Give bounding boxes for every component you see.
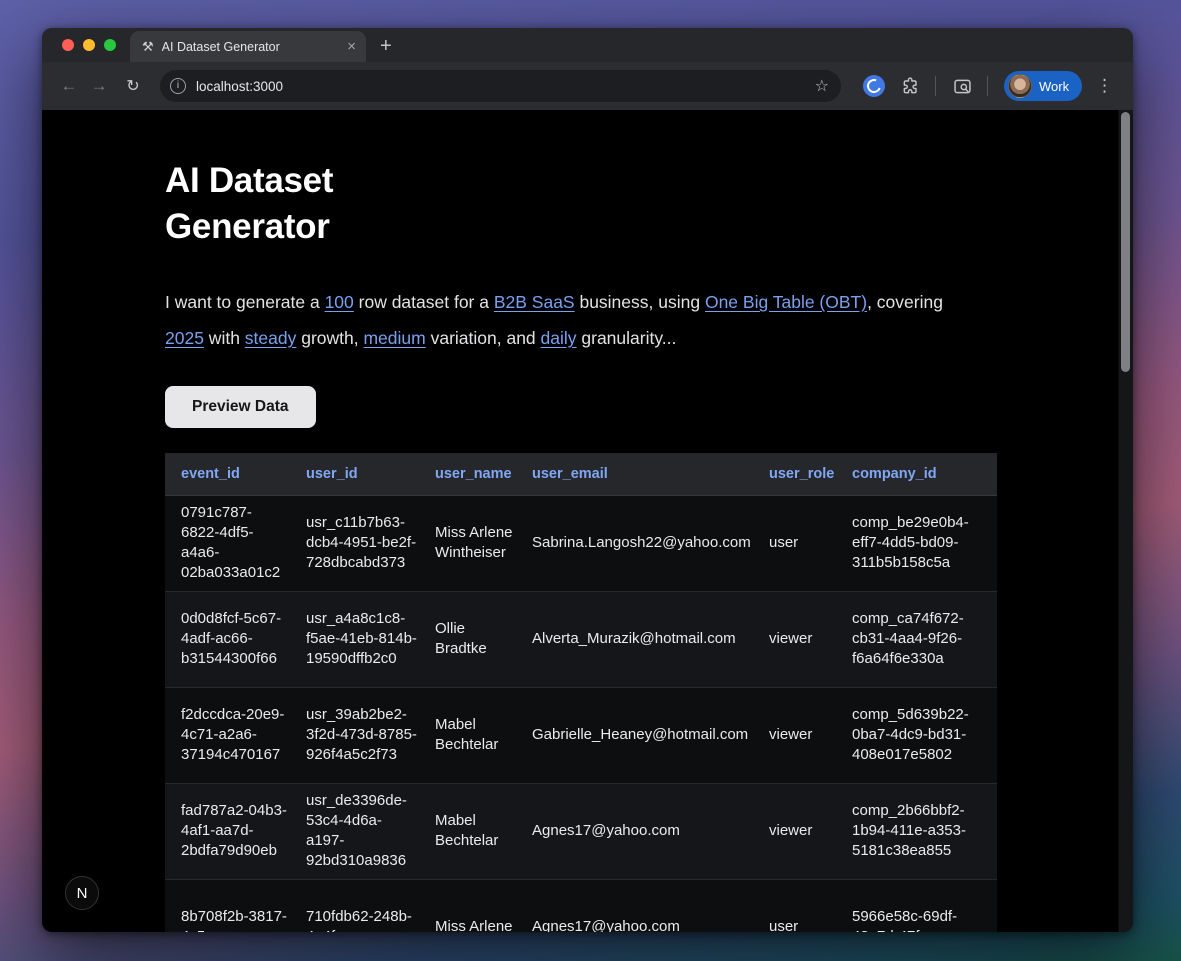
extension-badge-icon[interactable] xyxy=(863,75,885,97)
minimize-window-button[interactable] xyxy=(83,39,95,51)
browser-tab-active[interactable]: ⚒ AI Dataset Generator × xyxy=(130,31,366,62)
dataset-table: event_id user_id user_name user_email us… xyxy=(165,453,997,932)
business-type-link[interactable]: B2B SaaS xyxy=(494,292,575,312)
cell-user-email: Agnes17@yahoo.com xyxy=(516,879,753,932)
cell-user-email: Alverta_Murazik@hotmail.com xyxy=(516,591,753,687)
prompt-text: I want to generate a xyxy=(165,292,325,312)
variation-link[interactable]: medium xyxy=(363,328,425,348)
profile-avatar xyxy=(1008,74,1032,98)
profile-button[interactable]: Work xyxy=(1004,71,1082,101)
cell-company-id: comp_5d639b22-0ba7-4dc9-bd31-408e017e580… xyxy=(836,687,997,783)
cell-event-id: f2dccdca-20e9-4c71-a2a6-37194c470167 xyxy=(165,687,290,783)
cell-company-id: comp_be29e0b4-eff7-4dd5-bd09-311b5b158c5… xyxy=(836,495,997,591)
rows-link[interactable]: 100 xyxy=(325,292,354,312)
page-scrollbar[interactable] xyxy=(1118,110,1133,932)
prompt-sentence: I want to generate a 100 row dataset for… xyxy=(165,284,960,356)
schema-link[interactable]: One Big Table (OBT) xyxy=(705,292,867,312)
preview-data-button[interactable]: Preview Data xyxy=(165,386,316,428)
cell-user-name: Ollie Bradtke xyxy=(419,591,516,687)
new-tab-button[interactable]: + xyxy=(380,35,392,58)
cell-company-id: comp_ca74f672-cb31-4aa4-9f26-f6a64f6e330… xyxy=(836,591,997,687)
column-header-user-email: user_email xyxy=(516,453,753,495)
tab-favicon-tools-icon: ⚒ xyxy=(142,40,154,53)
column-header-user-id: user_id xyxy=(290,453,419,495)
cell-event-id: 0791c787-6822-4df5-a4a6-02ba033a01c2 xyxy=(165,495,290,591)
cell-user-role: user xyxy=(753,879,836,932)
table-header-row: event_id user_id user_name user_email us… xyxy=(165,453,997,495)
cell-user-id: usr_a4a8c1c8-f5ae-41eb-814b-19590dffb2c0 xyxy=(290,591,419,687)
cell-company-id: comp_2b66bbf2-1b94-411e-a353-5181c38ea85… xyxy=(836,783,997,879)
nextjs-logo-icon: N xyxy=(77,885,88,902)
table-row: 8b708f2b-3817-4c5a- 710fdb62-248b-4a4f- … xyxy=(165,879,997,932)
cell-user-name: Mabel Bechtelar xyxy=(419,783,516,879)
prompt-text: variation, and xyxy=(426,328,541,348)
cell-user-email: Sabrina.Langosh22@yahoo.com xyxy=(516,495,753,591)
cell-company-id: 5966e58c-69df-43a7-b47f xyxy=(836,879,997,932)
cell-user-email: Agnes17@yahoo.com xyxy=(516,783,753,879)
granularity-link[interactable]: daily xyxy=(541,328,577,348)
column-header-event-id: event_id xyxy=(165,453,290,495)
cell-user-id: usr_39ab2be2-3f2d-473d-8785-926f4a5c2f73 xyxy=(290,687,419,783)
cell-user-email: Gabrielle_Heaney@hotmail.com xyxy=(516,687,753,783)
cell-event-id: 8b708f2b-3817-4c5a- xyxy=(165,879,290,932)
tab-close-icon[interactable]: × xyxy=(347,39,356,54)
browser-window: ⚒ AI Dataset Generator × + ← → ↻ i local… xyxy=(42,28,1133,932)
table-row: f2dccdca-20e9-4c71-a2a6-37194c470167 usr… xyxy=(165,687,997,783)
desktop-wallpaper: ⚒ AI Dataset Generator × + ← → ↻ i local… xyxy=(0,0,1181,961)
cell-user-id: usr_c11b7b63-dcb4-4951-be2f-728dbcabd373 xyxy=(290,495,419,591)
year-link[interactable]: 2025 xyxy=(165,328,204,348)
app-page: AI Dataset Generator I want to generate … xyxy=(42,158,1133,932)
extensions-puzzle-icon[interactable] xyxy=(901,76,921,96)
prompt-text: , covering xyxy=(867,292,943,312)
zoom-window-button[interactable] xyxy=(104,39,116,51)
site-info-icon[interactable]: i xyxy=(170,78,186,94)
cell-event-id: fad787a2-04b3-4af1-aa7d-2bdfa79d90eb xyxy=(165,783,290,879)
cell-event-id: 0d0d8fcf-5c67-4adf-ac66-b31544300f66 xyxy=(165,591,290,687)
forward-icon[interactable]: → xyxy=(84,76,114,96)
tab-title: AI Dataset Generator xyxy=(162,40,340,54)
table-row: 0d0d8fcf-5c67-4adf-ac66-b31544300f66 usr… xyxy=(165,591,997,687)
gauge-icon xyxy=(865,77,884,96)
bookmark-star-icon[interactable]: ☆ xyxy=(815,76,829,96)
scrollbar-thumb[interactable] xyxy=(1121,112,1130,372)
column-header-user-name: user_name xyxy=(419,453,516,495)
cell-user-id: 710fdb62-248b-4a4f- xyxy=(290,879,419,932)
cell-user-role: viewer xyxy=(753,783,836,879)
browser-menu-icon[interactable]: ⋮ xyxy=(1096,76,1113,96)
profile-name: Work xyxy=(1039,79,1069,94)
column-header-company-id: company_id xyxy=(836,453,997,495)
page-content: AI Dataset Generator I want to generate … xyxy=(42,110,1133,932)
page-title: AI Dataset Generator xyxy=(165,158,465,250)
prompt-text: business, using xyxy=(575,292,705,312)
cell-user-name: Miss Arlene xyxy=(419,879,516,932)
cell-user-role: user xyxy=(753,495,836,591)
growth-link[interactable]: steady xyxy=(245,328,297,348)
prompt-text: row dataset for a xyxy=(354,292,494,312)
toolbar-divider xyxy=(987,76,988,96)
toolbar-divider xyxy=(935,76,936,96)
tab-strip: ⚒ AI Dataset Generator × + xyxy=(42,28,1133,62)
cell-user-name: Mabel Bechtelar xyxy=(419,687,516,783)
side-panel-search-icon[interactable] xyxy=(952,76,973,97)
address-bar[interactable]: i localhost:3000 ☆ xyxy=(160,70,841,102)
prompt-text: growth, xyxy=(296,328,363,348)
window-controls xyxy=(42,28,130,62)
url-text: localhost:3000 xyxy=(196,79,815,94)
cell-user-role: viewer xyxy=(753,687,836,783)
column-header-user-role: user_role xyxy=(753,453,836,495)
cell-user-role: viewer xyxy=(753,591,836,687)
table-row: 0791c787-6822-4df5-a4a6-02ba033a01c2 usr… xyxy=(165,495,997,591)
cell-user-id: usr_de3396de-53c4-4d6a-a197-92bd310a9836 xyxy=(290,783,419,879)
prompt-text: granularity... xyxy=(577,328,677,348)
nextjs-devtools-button[interactable]: N xyxy=(65,876,99,910)
back-icon[interactable]: ← xyxy=(54,76,84,96)
reload-icon[interactable]: ↻ xyxy=(118,76,148,96)
prompt-text: with xyxy=(204,328,245,348)
close-window-button[interactable] xyxy=(62,39,74,51)
cell-user-name: Miss Arlene Wintheiser xyxy=(419,495,516,591)
table-row: fad787a2-04b3-4af1-aa7d-2bdfa79d90eb usr… xyxy=(165,783,997,879)
browser-toolbar: ← → ↻ i localhost:3000 ☆ Work ⋮ xyxy=(42,62,1133,110)
